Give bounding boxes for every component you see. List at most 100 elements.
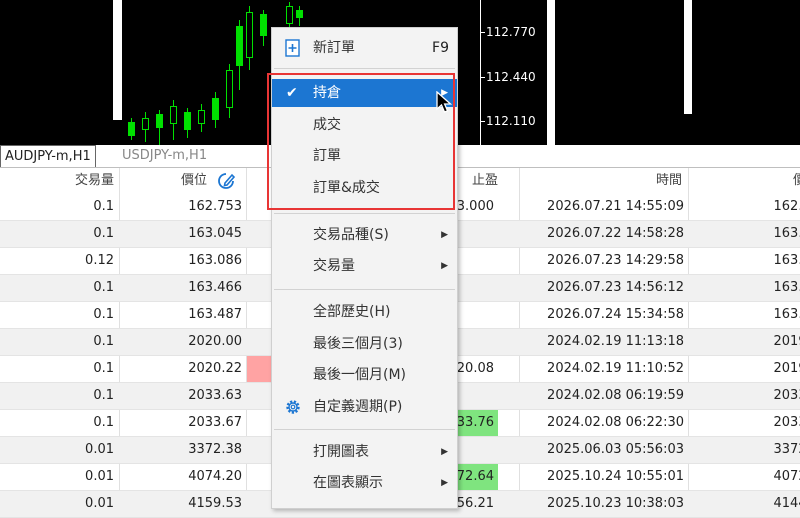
candle	[236, 20, 243, 90]
menu-item-label: 在圖表顯示	[313, 475, 383, 491]
column-header-tp[interactable]: 止盈	[456, 168, 498, 194]
menu-item-symbol[interactable]: 交易品種(S) ▶	[272, 221, 457, 249]
cell-price2: 2033.7	[773, 415, 800, 430]
cell-volume: 0.12	[85, 253, 114, 268]
cell-price: 2020.00	[188, 334, 242, 349]
cell-volume: 0.01	[85, 442, 114, 457]
menu-item-orders[interactable]: 訂單	[272, 142, 457, 170]
menu-item-last-month[interactable]: 最後一個月(M)	[272, 361, 457, 389]
tab-audjpy[interactable]: AUDJPY-m,H1	[0, 145, 96, 167]
mouse-cursor-icon	[436, 90, 454, 115]
menu-item-last-3-months[interactable]: 最後三個月(3)	[272, 330, 457, 358]
menu-item-label: 交易量	[313, 258, 355, 274]
volume-bar	[547, 0, 555, 145]
price-label: 112.770	[486, 25, 536, 39]
menu-item-orders-deals[interactable]: 訂單&成交	[272, 174, 457, 202]
cell-price2: 2033.4	[773, 388, 800, 403]
gear-icon	[284, 398, 302, 416]
submenu-arrow-icon: ▶	[441, 478, 448, 488]
cell-volume: 0.1	[93, 199, 114, 214]
cell-price2: 2019.8	[773, 361, 800, 376]
column-header-price[interactable]: 價位	[120, 168, 207, 194]
edit-icon[interactable]	[216, 172, 236, 194]
cell-price: 4159.53	[188, 496, 242, 511]
menu-item-all-history[interactable]: 全部歷史(H)	[272, 298, 457, 326]
menu-item-label: 打開圖表	[313, 444, 369, 460]
cell-time: 2024.02.19 11:10:52	[547, 361, 684, 376]
submenu-arrow-icon: ▶	[441, 261, 448, 271]
cell-volume: 0.1	[93, 415, 114, 430]
candle	[286, 2, 293, 30]
new-order-icon	[284, 39, 302, 57]
cell-time: 2025.10.24 10:55:01	[547, 469, 684, 484]
cell-price2: 2019.9	[773, 334, 800, 349]
menu-item-label: 訂單&成交	[313, 180, 380, 196]
cell-volume: 0.1	[93, 307, 114, 322]
candle	[142, 112, 149, 142]
cell-volume: 0.1	[93, 280, 114, 295]
cell-price2: 163.41	[773, 253, 800, 268]
menu-item-positions[interactable]: ✔ 持倉 ▶	[272, 79, 457, 107]
candle	[128, 118, 135, 140]
menu-item-label: 訂單	[313, 148, 341, 164]
menu-item-label: 成交	[313, 117, 341, 133]
candle	[260, 10, 267, 46]
cell-price: 163.086	[188, 253, 242, 268]
price-label: 112.110	[486, 114, 536, 128]
menu-item-volume[interactable]: 交易量 ▶	[272, 252, 457, 280]
candle	[226, 64, 233, 118]
cell-time: 2026.07.24 15:34:58	[547, 307, 684, 322]
cell-price: 2033.63	[188, 388, 242, 403]
menu-item-custom-period[interactable]: 自定義週期(P)	[272, 393, 457, 421]
candle	[170, 100, 177, 140]
cell-volume: 0.01	[85, 469, 114, 484]
menu-item-deals[interactable]: 成交	[272, 111, 457, 139]
cell-price2: 4072.5	[773, 469, 800, 484]
cell-volume: 0.1	[93, 361, 114, 376]
menu-item-label: 新訂單	[313, 40, 355, 56]
cell-time: 2025.10.23 10:38:03	[547, 496, 684, 511]
checkmark-icon: ✔	[286, 85, 298, 101]
cell-volume: 0.1	[93, 388, 114, 403]
tab-usdjpy[interactable]: USDJPY-m,H1	[118, 145, 211, 167]
cell-price: 163.487	[188, 307, 242, 322]
menu-item-show-on-chart[interactable]: 在圖表顯示 ▶	[272, 469, 457, 497]
cell-time: 2025.06.03 05:56:03	[547, 442, 684, 457]
cell-price: 3372.38	[188, 442, 242, 457]
context-menu: 新訂單 F9 ✔ 持倉 ▶ 成交 訂單 訂單&成交 交易品種(S) ▶ 交易量 …	[271, 27, 458, 509]
menu-item-new-order[interactable]: 新訂單 F9	[272, 34, 457, 62]
cell-price: 162.753	[188, 199, 242, 214]
cell-time: 2026.07.23 14:56:12	[547, 280, 684, 295]
cell-price: 2020.22	[188, 361, 242, 376]
cell-price2: 162.74	[773, 199, 800, 214]
candle	[296, 6, 303, 26]
column-header-price2[interactable]: 價位	[689, 168, 800, 194]
column-header-volume[interactable]: 交易量	[0, 168, 114, 194]
price-label: 112.440	[486, 70, 536, 84]
cell-price2: 3372.2	[773, 442, 800, 457]
cell-time: 2026.07.23 14:29:58	[547, 253, 684, 268]
column-header-time[interactable]: 時間	[520, 168, 682, 194]
cell-volume: 0.1	[93, 334, 114, 349]
menu-item-label: 持倉	[313, 85, 341, 101]
volume-bar	[113, 0, 122, 120]
menu-item-shortcut: F9	[432, 40, 449, 56]
candle	[246, 6, 253, 70]
submenu-arrow-icon: ▶	[441, 230, 448, 240]
cell-price: 4074.20	[188, 469, 242, 484]
candle	[198, 104, 205, 132]
cell-price: 163.045	[188, 226, 242, 241]
menu-item-label: 最後一個月(M)	[313, 367, 407, 383]
menu-item-open-chart[interactable]: 打開圖表 ▶	[272, 438, 457, 466]
cell-price: 163.466	[188, 280, 242, 295]
volume-bar	[684, 0, 692, 114]
cell-time: 2024.02.08 06:19:59	[547, 388, 684, 403]
cell-price2: 163.82	[773, 307, 800, 322]
candle	[156, 110, 163, 145]
cell-volume: 0.01	[85, 496, 114, 511]
menu-item-label: 自定義週期(P)	[313, 399, 403, 415]
cell-price2: 163.49	[773, 280, 800, 295]
cell-time: 2024.02.19 11:13:18	[547, 334, 684, 349]
cell-price2: 163.06	[773, 226, 800, 241]
cell-time: 2026.07.21 14:55:09	[547, 199, 684, 214]
